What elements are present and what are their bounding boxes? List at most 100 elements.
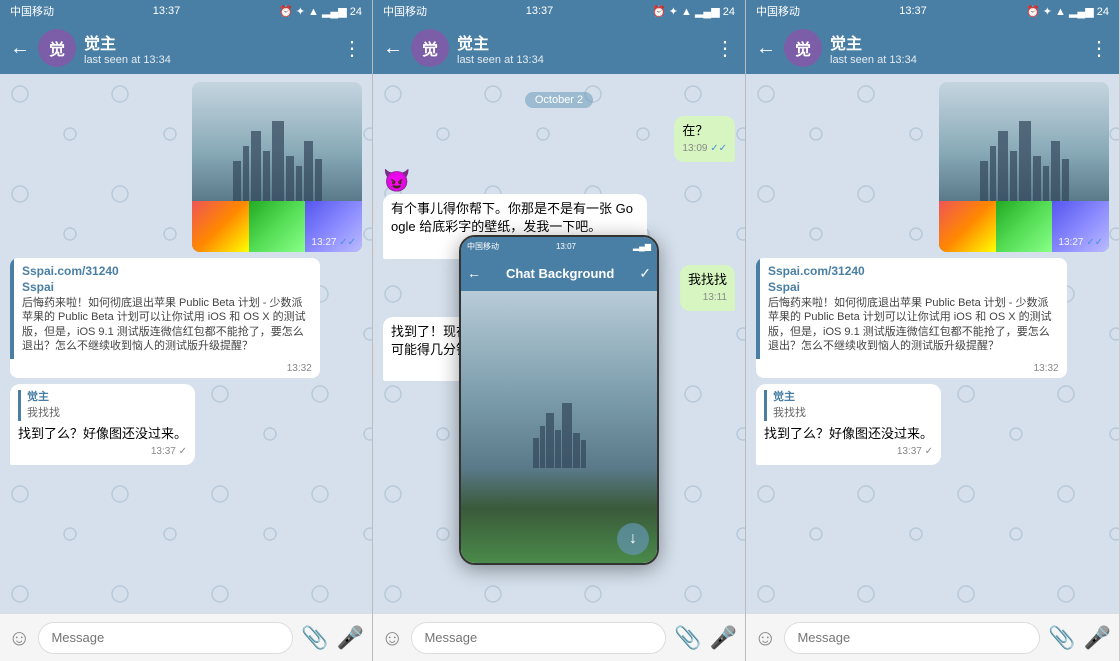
link-card-left: Sspai.com/31240 Sspai 后悔药来啦！如何彻底退出苹果 Pub… [10, 258, 320, 378]
emoji-icon-mid[interactable]: ☺ [381, 625, 403, 651]
image-time-left: 13:27 ✓✓ [311, 237, 356, 248]
link-card-content-right: Sspai.com/31240 Sspai 后悔药来啦！如何彻底退出苹果 Pub… [760, 258, 1067, 359]
msg-row-quote-right: 觉主 我找找 找到了么？好像图还没过来。 13:37 ✓ [756, 384, 1109, 465]
quote-msg-time-right: 13:37 ✓ [764, 445, 933, 459]
date-badge-mid: October 2 [383, 90, 735, 108]
emoji-icon-left[interactable]: ☺ [8, 625, 30, 651]
contact-status-left: last seen at 13:34 [84, 54, 334, 66]
link-title-right: Sspai [768, 280, 1059, 294]
link-title-left: Sspai [22, 280, 312, 294]
menu-icon-right[interactable]: ⋮ [1089, 36, 1109, 61]
input-bar-mid: ☺ 📎 🎤 [373, 613, 745, 661]
chat-body-mid[interactable]: October 2 在？ 13:09 ✓✓ 😈 有个事儿得你帮下。你那是不是有一… [373, 74, 745, 613]
menu-icon-mid[interactable]: ⋮ [715, 36, 735, 61]
msg-row-link-left: Sspai.com/31240 Sspai 后悔药来啦！如何彻底退出苹果 Pub… [10, 258, 362, 378]
back-button-mid[interactable]: ← [383, 37, 403, 60]
panel-right: 中国移动 13:37 ⏰ ✦ ▲ ▂▄▆ 24 ← 觉 觉主 last seen… [746, 0, 1119, 661]
menu-icon-left[interactable]: ⋮ [342, 36, 362, 61]
carrier-right: 中国移动 [756, 3, 800, 19]
header-info-mid: 觉主 last seen at 13:34 [457, 30, 707, 66]
avatar-left: 觉 [38, 29, 76, 67]
quote-name-right: 觉主 [773, 390, 933, 405]
contact-status-right: last seen at 13:34 [830, 54, 1081, 66]
msg-bubble-out1-mid: 在？ 13:09 ✓✓ [674, 116, 735, 162]
back-button-right[interactable]: ← [756, 37, 776, 60]
chat-body-right[interactable]: 13:27 ✓✓ Sspai.com/31240 Sspai 后悔药来啦！如何彻… [746, 74, 1119, 613]
panel-left: 中国移动 13:37 ⏰ ✦ ▲ ▂▄▆ 24 ← 觉 觉主 last seen… [0, 0, 373, 661]
icons-left: ⏰ ✦ ▲ ▂▄▆ 24 [279, 5, 362, 18]
link-url-left[interactable]: Sspai.com/31240 [22, 264, 312, 278]
attach-icon-left[interactable]: 📎 [301, 625, 328, 651]
avatar-mid: 觉 [411, 29, 449, 67]
status-bar-left: 中国移动 13:37 ⏰ ✦ ▲ ▂▄▆ 24 [0, 0, 372, 22]
image-time-right: 13:27 ✓✓ [1058, 237, 1103, 248]
link-time-right: 13:32 [756, 361, 1067, 378]
quote-msg-time-left: 13:37 ✓ [18, 445, 187, 459]
input-bar-right: ☺ 📎 🎤 [746, 613, 1119, 661]
quote-text-right: 我找找 [773, 406, 933, 421]
icons-mid: ⏰ ✦ ▲ ▂▄▆ 24 [652, 5, 735, 18]
chat-header-mid: ← 觉 觉主 last seen at 13:34 ⋮ [373, 22, 745, 74]
header-info-left: 觉主 last seen at 13:34 [84, 30, 334, 66]
mic-icon-right[interactable]: 🎤 [1084, 625, 1111, 651]
chat-header-right: ← 觉 觉主 last seen at 13:34 ⋮ [746, 22, 1119, 74]
overlay-body [461, 291, 657, 563]
msg-text-quote-right: 找到了么？好像图还没过来。 [764, 425, 933, 443]
message-input-left[interactable] [38, 622, 293, 654]
message-input-mid[interactable] [411, 622, 666, 654]
chat-header-left: ← 觉 觉主 last seen at 13:34 ⋮ [0, 22, 372, 74]
quote-text-left: 我找找 [27, 406, 187, 421]
msg-bubble-out2-mid: 我找找 13:11 [680, 265, 735, 311]
link-desc-left: 后悔药来啦！如何彻底退出苹果 Public Beta 计划 - 少数派苹果的 P… [22, 296, 312, 353]
overlay-back-icon[interactable]: ← [467, 265, 481, 281]
attach-icon-mid[interactable]: 📎 [674, 625, 701, 651]
attach-icon-right[interactable]: 📎 [1048, 625, 1075, 651]
msg-bubble-quote-right: 觉主 我找找 找到了么？好像图还没过来。 13:37 ✓ [756, 384, 941, 465]
time-right: 13:37 [899, 5, 927, 17]
msg-row-quote-left: 觉主 我找找 找到了么？好像图还没过来。 13:37 ✓ [10, 384, 362, 465]
mic-icon-mid[interactable]: 🎤 [710, 625, 737, 651]
avatar-right: 觉 [784, 29, 822, 67]
panel-middle: 中国移动 13:37 ⏰ ✦ ▲ ▂▄▆ 24 ← 觉 觉主 last seen… [373, 0, 746, 661]
time-mid: 13:37 [526, 5, 554, 17]
overlay-check-icon[interactable]: ✓ [639, 265, 651, 282]
overlay-status-bar: 中国移动 13:07 ▂▄▆ [461, 237, 657, 255]
time-out2-mid: 13:11 [688, 291, 727, 305]
overlay-buildings [461, 403, 657, 468]
contact-name-mid: 觉主 [457, 30, 707, 54]
input-bar-left: ☺ 📎 🎤 [0, 613, 372, 661]
link-time-left: 13:32 [10, 361, 320, 378]
quote-box-right: 觉主 我找找 [764, 390, 933, 421]
msg-row-out1-mid: 在？ 13:09 ✓✓ [383, 116, 735, 162]
msg-text-quote-left: 找到了么？好像图还没过来。 [18, 425, 187, 443]
time-out1-mid: 13:09 ✓✓ [682, 142, 727, 156]
status-bar-right: 中国移动 13:37 ⏰ ✦ ▲ ▂▄▆ 24 [746, 0, 1119, 22]
overlay-phone-mid: 中国移动 13:07 ▂▄▆ ← Chat Background ✓ [459, 235, 659, 565]
header-info-right: 觉主 last seen at 13:34 [830, 30, 1081, 66]
msg-row-image-out: 13:27 ✓✓ [10, 82, 362, 252]
time-left: 13:37 [153, 5, 181, 17]
message-input-right[interactable] [784, 622, 1040, 654]
back-button-left[interactable]: ← [10, 37, 30, 60]
msg-row-link-right: Sspai.com/31240 Sspai 后悔药来啦！如何彻底退出苹果 Pub… [756, 258, 1109, 378]
carrier-mid: 中国移动 [383, 3, 427, 19]
quote-box-left: 觉主 我找找 [18, 390, 187, 421]
contact-name-left: 觉主 [84, 30, 334, 54]
scroll-down-btn[interactable]: ↓ [617, 523, 649, 555]
link-card-content-left: Sspai.com/31240 Sspai 后悔药来啦！如何彻底退出苹果 Pub… [14, 258, 320, 359]
contact-status-mid: last seen at 13:34 [457, 54, 707, 66]
emoji-icon-right[interactable]: ☺ [754, 625, 776, 651]
overlay-header: ← Chat Background ✓ [461, 255, 657, 291]
link-card-right: Sspai.com/31240 Sspai 后悔药来啦！如何彻底退出苹果 Pub… [756, 258, 1067, 378]
status-bar-mid: 中国移动 13:37 ⏰ ✦ ▲ ▂▄▆ 24 [373, 0, 745, 22]
chat-body-left[interactable]: 13:27 ✓✓ Sspai.com/31240 Sspai 后悔药来啦！如何彻… [0, 74, 372, 613]
overlay-title: Chat Background [485, 266, 635, 281]
chat-image-right [939, 82, 1109, 252]
carrier-left: 中国移动 [10, 3, 54, 19]
link-url-right[interactable]: Sspai.com/31240 [768, 264, 1059, 278]
link-desc-right: 后悔药来啦！如何彻底退出苹果 Public Beta 计划 - 少数派苹果的 P… [768, 296, 1059, 353]
contact-name-right: 觉主 [830, 30, 1081, 54]
demon-emoji-mid: 😈 [383, 168, 410, 194]
msg-bubble-quote-left: 觉主 我找找 找到了么？好像图还没过来。 13:37 ✓ [10, 384, 195, 465]
mic-icon-left[interactable]: 🎤 [337, 625, 364, 651]
